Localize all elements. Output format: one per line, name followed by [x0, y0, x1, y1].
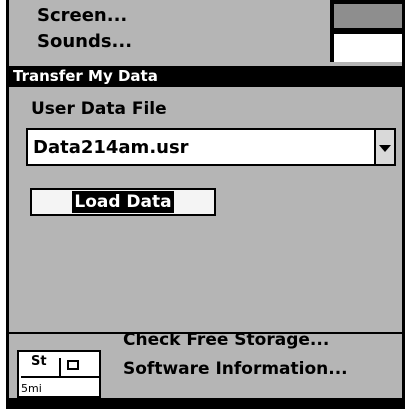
menu-item-screen[interactable]: Screen... [37, 5, 127, 26]
screen-content: Screen... Sounds... Transfer My Data Use… [9, 0, 402, 398]
mini-map: St 5mi [17, 350, 101, 398]
dialog-title: Transfer My Data [9, 66, 402, 87]
dropdown-arrow-icon[interactable] [374, 130, 394, 164]
transfer-dialog: Transfer My Data User Data File Data214a… [9, 66, 402, 334]
user-data-file-select[interactable]: Data214am.usr [26, 128, 396, 166]
user-data-file-label: User Data File [31, 99, 167, 119]
map-scale-label: 5mi [21, 382, 42, 395]
map-road-line-horizontal [21, 376, 99, 378]
dialog-bottom-border [9, 332, 402, 334]
map-road-label: St [31, 354, 47, 369]
user-data-file-value: Data214am.usr [33, 137, 189, 158]
load-data-button[interactable]: Load Data [30, 188, 216, 216]
map-road-line-vertical [59, 358, 61, 378]
side-panel-white-block [334, 32, 402, 62]
side-panel [330, 0, 402, 62]
map-position-icon [67, 360, 79, 370]
side-panel-gray-block [334, 4, 402, 28]
menu-item-sounds[interactable]: Sounds... [37, 31, 132, 52]
device-screen: Screen... Sounds... Transfer My Data Use… [0, 0, 415, 409]
load-data-button-label: Load Data [72, 191, 174, 213]
menu-item-software-information[interactable]: Software Information... [123, 359, 348, 379]
